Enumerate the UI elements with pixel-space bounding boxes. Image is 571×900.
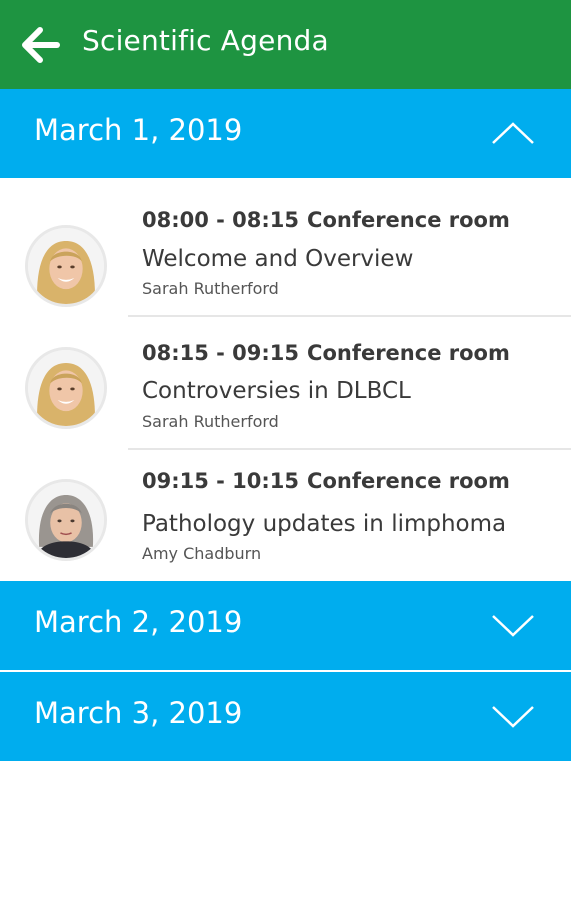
session-time-range: 08:15 - 09:15 (142, 341, 300, 365)
session-speaker: Sarah Rutherford (142, 412, 279, 431)
speaker-avatar (25, 347, 107, 429)
session-title: Welcome and Overview (142, 246, 414, 272)
session-time: 08:00 - 08:15 Conference room (142, 208, 510, 232)
day-header-march-1[interactable]: March 1, 2019 (0, 89, 571, 178)
session-time-range: 09:15 - 10:15 (142, 469, 300, 493)
speaker-photo-icon (28, 482, 104, 558)
speaker-photo-icon (28, 350, 104, 426)
speaker-avatar (25, 479, 107, 561)
session-title: Pathology updates in limphoma (142, 511, 507, 537)
app-bar: Scientific Agenda (0, 0, 571, 89)
session-speaker: Amy Chadburn (142, 544, 262, 563)
session-time: 09:15 - 10:15 Conference room (142, 469, 510, 493)
chevron-up-icon (492, 122, 534, 144)
day-header-march-3[interactable]: March 3, 2019 (0, 672, 571, 761)
chevron-down-icon (492, 615, 534, 637)
speaker-avatar (25, 225, 107, 307)
back-button[interactable] (20, 24, 60, 66)
session-time-range: 08:00 - 08:15 (142, 208, 300, 232)
day-label: March 2, 2019 (34, 605, 243, 639)
day-label: March 1, 2019 (34, 113, 243, 147)
session-room: Conference room (307, 341, 510, 365)
session-item[interactable]: 08:00 - 08:15 Conference room Welcome and… (0, 178, 571, 317)
session-title: Controversies in DLBCL (142, 378, 411, 404)
arrow-left-icon (22, 27, 60, 63)
speaker-photo-icon (28, 228, 104, 304)
session-time: 08:15 - 09:15 Conference room (142, 341, 510, 365)
day-header-march-2[interactable]: March 2, 2019 (0, 581, 571, 670)
session-speaker: Sarah Rutherford (142, 279, 279, 298)
chevron-down-icon (492, 706, 534, 728)
day-label: March 3, 2019 (34, 696, 243, 730)
page-title: Scientific Agenda (82, 24, 329, 57)
session-room: Conference room (307, 208, 510, 232)
session-item[interactable]: 08:15 - 09:15 Conference room Controversi… (0, 316, 571, 450)
session-item[interactable]: 09:15 - 10:15 Conference room Pathology u… (0, 449, 571, 581)
session-room: Conference room (307, 469, 510, 493)
